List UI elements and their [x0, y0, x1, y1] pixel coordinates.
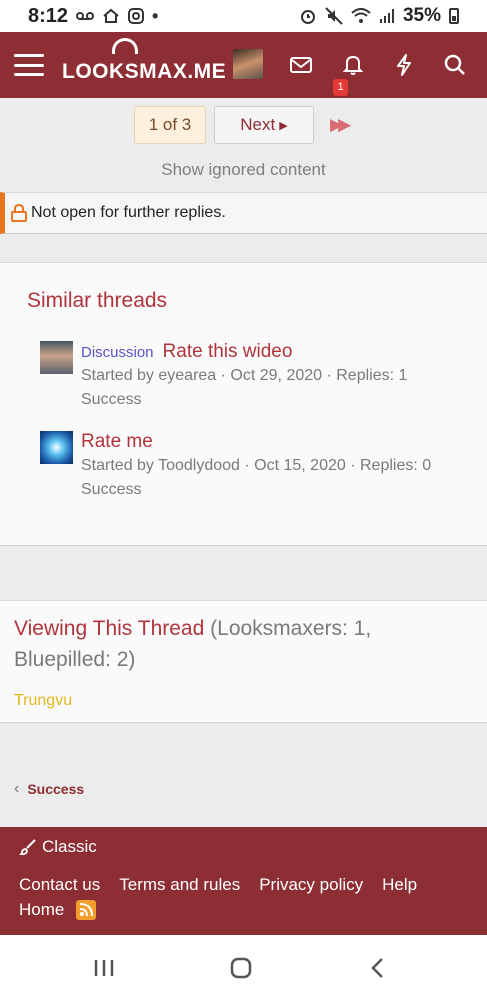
inbox-icon[interactable] — [282, 46, 320, 84]
chevron-left-icon: ‹ — [14, 780, 20, 797]
status-bar-right: 35% — [299, 5, 459, 27]
privacy-link[interactable]: Privacy policy — [259, 875, 363, 895]
site-header: LOOKSMAX.ME 1 — [0, 32, 487, 98]
terms-link[interactable]: Terms and rules — [119, 875, 240, 895]
home-nav-icon[interactable] — [226, 955, 256, 981]
logo-text: LOOKSMAX.ME — [62, 60, 227, 83]
battery-icon — [449, 8, 459, 24]
thread-title[interactable]: Rate me — [81, 431, 153, 452]
next-label: Next — [240, 115, 276, 134]
caret-right-icon: ▶ — [279, 119, 288, 132]
thread-meta: Started by eyearea · Oct 29, 2020 · Repl… — [81, 367, 408, 384]
similar-threads-block: Similar threads Discussion Rate this wide… — [0, 262, 487, 546]
style-chooser[interactable]: Classic — [19, 837, 97, 857]
dot-icon: • — [152, 5, 159, 26]
thread-prefix[interactable]: Discussion — [81, 344, 154, 361]
site-logo[interactable]: LOOKSMAX.ME — [62, 38, 227, 84]
alarm-icon — [300, 10, 315, 24]
footer-links: Contact us Terms and rules Privacy polic… — [19, 875, 417, 895]
thread-meta: Started by Toodlydood · Oct 15, 2020 · R… — [81, 457, 432, 474]
breadcrumb[interactable]: ‹ Success — [14, 780, 84, 798]
mute-icon — [325, 7, 343, 25]
next-page-button[interactable]: Next ▶ — [214, 106, 314, 144]
battery-percent: 35% — [402, 5, 441, 26]
bolt-icon[interactable] — [385, 46, 423, 84]
search-icon[interactable] — [436, 46, 474, 84]
wifi-icon — [351, 8, 371, 23]
recent-apps-icon[interactable] — [89, 955, 119, 981]
show-ignored-link[interactable]: Show ignored content — [0, 160, 487, 180]
thread-forum[interactable]: Success — [81, 388, 460, 412]
rss-icon[interactable] — [76, 900, 97, 920]
notice-text: Not open for further replies. — [31, 204, 226, 221]
style-label: Classic — [42, 837, 97, 856]
similar-thread-item: Rate me Started by Toodlydood · Oct 15, … — [40, 431, 460, 502]
back-nav-icon[interactable] — [362, 955, 392, 981]
thread-avatar[interactable] — [40, 341, 73, 374]
viewing-title-text: Viewing This Thread — [14, 617, 205, 640]
voicemail-icon — [76, 12, 95, 20]
footer-links-row2: Home — [19, 900, 97, 920]
lock-icon — [11, 204, 27, 222]
breadcrumb-label[interactable]: Success — [27, 781, 84, 797]
contact-link[interactable]: Contact us — [19, 875, 100, 895]
status-bar-left: 8:12 • — [28, 5, 158, 28]
viewing-thread-block: Viewing This Thread (Looksmaxers: 1, Blu… — [0, 600, 487, 723]
thread-forum[interactable]: Success — [81, 478, 460, 502]
pagination: 1 of 3 Next ▶ ▶▶ — [134, 106, 351, 144]
home-icon — [103, 8, 119, 23]
system-nav-bar — [0, 935, 487, 1000]
viewer-username[interactable]: Trungvu — [14, 692, 72, 710]
logo-hair-icon — [112, 38, 138, 54]
thread-locked-notice: Not open for further replies. — [0, 192, 487, 234]
instagram-icon — [128, 8, 145, 24]
paintbrush-icon — [19, 839, 36, 856]
site-footer: Classic Contact us Terms and rules Priva… — [0, 827, 487, 935]
menu-icon[interactable] — [14, 54, 44, 76]
status-bar: 8:12 • 35% — [0, 0, 487, 32]
user-avatar[interactable] — [233, 49, 263, 79]
clock: 8:12 — [28, 4, 69, 27]
similar-thread-item: Discussion Rate this wideo Started by eye… — [40, 341, 460, 412]
thread-avatar[interactable] — [40, 431, 73, 464]
help-link[interactable]: Help — [382, 875, 417, 895]
similar-threads-title: Similar threads — [27, 289, 168, 312]
thread-title[interactable]: Rate this wideo — [163, 341, 293, 362]
home-link[interactable]: Home — [19, 900, 64, 920]
viewing-title: Viewing This Thread (Looksmaxers: 1, Blu… — [14, 613, 454, 675]
notification-badge: 1 — [333, 79, 348, 96]
last-page-icon[interactable]: ▶▶ — [330, 115, 351, 135]
page-current[interactable]: 1 of 3 — [134, 106, 206, 144]
status-icons-left: • — [76, 6, 158, 27]
signal-icon — [379, 9, 394, 23]
